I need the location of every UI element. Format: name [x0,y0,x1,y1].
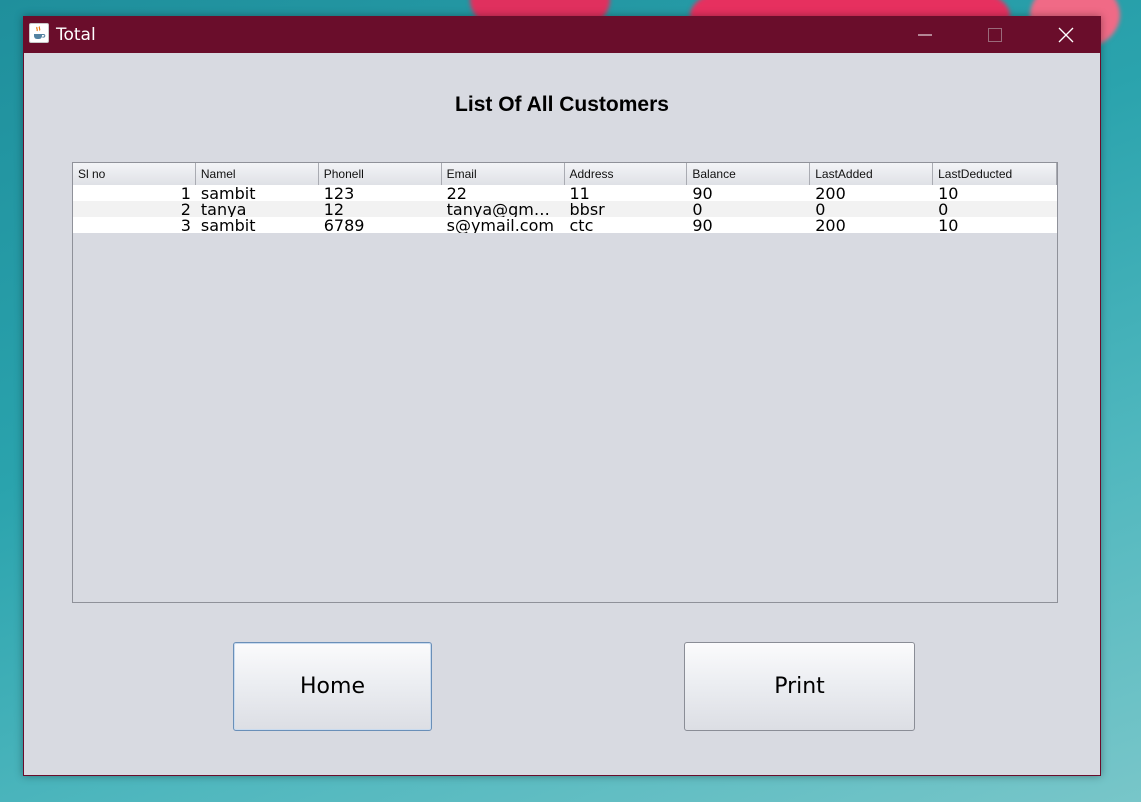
cell-last-deducted: 10 [938,217,959,233]
java-coffee-cup-icon[interactable] [29,23,49,43]
table-row[interactable]: 2 tanya 12 tanya@gmai... bbsr 0 0 0 [73,201,1057,217]
cell-email: 22 [446,185,467,201]
cell-address: ctc [569,217,594,233]
cell-sl-no: 1 [180,185,191,201]
cell-name: sambit [200,185,256,201]
column-header-sl-no[interactable]: Sl no [73,163,196,185]
title-bar[interactable]: Total [24,17,1100,53]
customers-table[interactable]: Sl no Namel Phonell Email Address Balanc… [72,162,1058,603]
column-header-name[interactable]: Namel [196,163,319,185]
cell-phone: 123 [323,185,355,201]
column-header-phone[interactable]: Phonell [319,163,442,185]
minimize-button[interactable] [902,17,948,53]
maximize-icon [988,28,1002,42]
cell-name: sambit [200,217,256,233]
cell-phone: 6789 [323,217,365,233]
table-body: 1 sambit 123 22 11 90 200 10 2 tanya 12 … [73,185,1057,233]
table-row[interactable]: 3 sambit 6789 s@ymail.com ctc 90 200 10 [73,217,1057,233]
table-header: Sl no Namel Phonell Email Address Balanc… [73,163,1057,186]
cell-last-added: 200 [815,185,846,201]
cell-last-deducted: 10 [938,185,959,201]
cell-last-added: 0 [815,201,826,217]
column-header-last-deducted[interactable]: LastDeducted [933,163,1057,185]
cell-balance: 90 [692,217,713,233]
column-header-address[interactable]: Address [565,163,688,185]
cell-last-added: 200 [815,217,846,233]
cell-sl-no: 3 [180,217,191,233]
cell-name: tanya [200,201,247,217]
cell-balance: 90 [692,185,713,201]
column-header-email[interactable]: Email [442,163,565,185]
cell-address: bbsr [569,201,605,217]
close-button[interactable] [1043,17,1089,53]
app-window: Total List Of All Customers Sl no Namel … [23,16,1101,776]
cell-sl-no: 2 [180,201,191,217]
cell-address: 11 [569,185,590,201]
close-icon [1058,27,1074,43]
column-header-last-added[interactable]: LastAdded [810,163,934,185]
cell-last-deducted: 0 [938,201,949,217]
home-button[interactable]: Home [233,642,432,731]
cell-email: tanya@gmai... [446,201,564,217]
cell-phone: 12 [323,201,345,217]
cell-balance: 0 [692,201,703,217]
print-button[interactable]: Print [684,642,915,731]
table-row[interactable]: 1 sambit 123 22 11 90 200 10 [73,185,1057,201]
cell-email: s@ymail.com [446,217,554,233]
window-title: Total [56,25,96,45]
page-title: List Of All Customers [455,93,669,116]
column-header-balance[interactable]: Balance [687,163,811,185]
minimize-icon [918,34,932,36]
maximize-button[interactable] [972,17,1018,53]
